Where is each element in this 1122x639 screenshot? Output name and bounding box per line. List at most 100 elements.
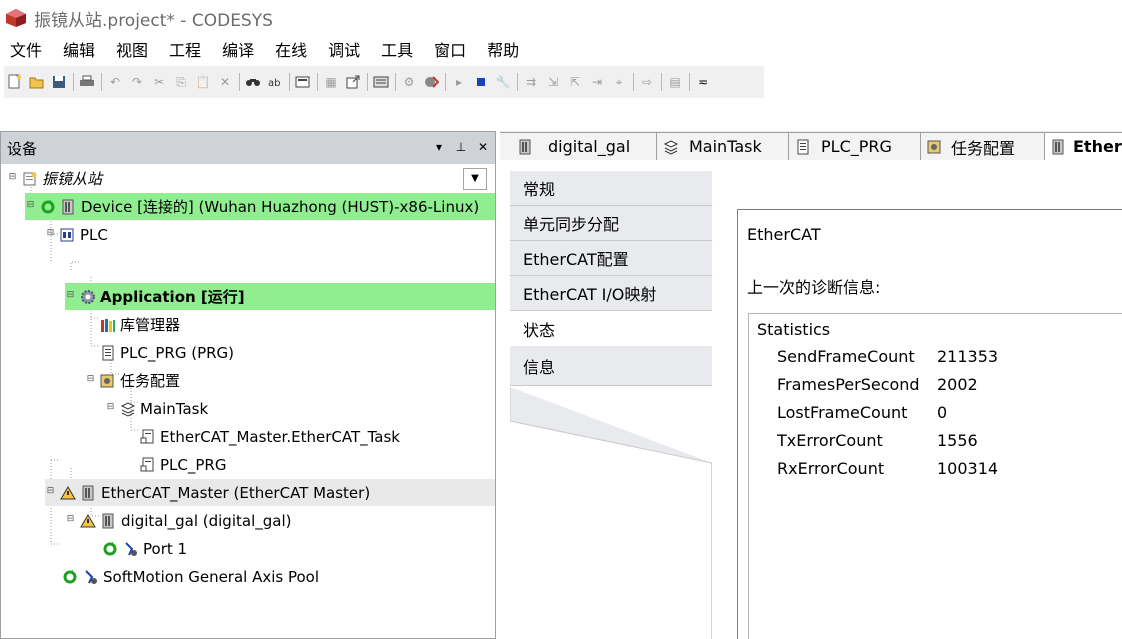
tree-row-device[interactable]: ⊟ Device [连接的] (Wuhan Huazhong (HUST)-x8…: [25, 193, 495, 220]
tree-row-port-1[interactable]: Port 1: [101, 535, 481, 562]
menu-view[interactable]: 视图: [113, 36, 151, 62]
step-over-icon[interactable]: ⇉: [522, 73, 540, 91]
collapse-toggle-icon[interactable]: ⊟: [25, 201, 36, 212]
copy-icon[interactable]: ⎘: [172, 73, 190, 91]
step-out-icon[interactable]: ⇱: [566, 73, 584, 91]
bookmark-icon[interactable]: [294, 73, 312, 91]
tab-ethercat-master[interactable]: EtherCAT_Master: [1045, 132, 1122, 160]
menu-debug[interactable]: 调试: [325, 36, 363, 62]
tree-dropdown-button[interactable]: ▼: [463, 168, 487, 190]
tree-row-plc-prg-call[interactable]: PLC_PRG: [139, 451, 479, 478]
side-tab-sync-unit[interactable]: 单元同步分配: [510, 206, 712, 241]
redo-icon[interactable]: ↷: [128, 73, 146, 91]
tree-row-axis-pool[interactable]: SoftMotion General Axis Pool: [61, 563, 481, 590]
side-tab-info[interactable]: 信息: [510, 346, 712, 386]
step-into-icon[interactable]: ⇲: [544, 73, 562, 91]
tree-row-ethercat-master[interactable]: ⊟ EtherCAT_Master (EtherCAT Master): [45, 479, 495, 506]
warning-icon: [79, 512, 96, 529]
delete-icon[interactable]: ✕: [216, 73, 234, 91]
port-icon: [122, 540, 139, 557]
new-file-icon[interactable]: [6, 73, 24, 91]
tree-row-plc-prg[interactable]: PLC_PRG (PRG): [99, 339, 479, 366]
stat-key: TxErrorCount: [777, 430, 883, 450]
menu-help[interactable]: 帮助: [484, 36, 522, 62]
add-object-icon[interactable]: ▦: [322, 73, 340, 91]
editor-area: digital_gal MainTask PLC_PRG 任务配置 EtherC…: [500, 131, 1122, 639]
side-tab-io-mapping[interactable]: EtherCAT I/O映射: [510, 276, 712, 311]
replace-icon[interactable]: ab: [266, 73, 284, 91]
tree-row-task-config[interactable]: ⊟ 任务配置: [85, 367, 475, 394]
tree-row-digital-gal[interactable]: ⊟ digital_gal (digital_gal): [65, 507, 475, 534]
collapse-toggle-icon[interactable]: ⊟: [7, 173, 18, 184]
stat-value: 2002: [937, 374, 978, 394]
ethercat-master-icon: [1052, 139, 1064, 155]
tree-label: Application [运行]: [100, 288, 245, 306]
tree-row-ethercat-task[interactable]: EtherCAT_Master.EtherCAT_Task: [139, 423, 479, 450]
tab-task-config[interactable]: 任务配置: [921, 132, 1045, 160]
pane-dropdown-icon[interactable]: ▾: [433, 140, 445, 154]
side-tab-general[interactable]: 常规: [510, 171, 712, 206]
run-to-cursor-icon[interactable]: ⇥: [588, 73, 606, 91]
tab-label: EtherCAT_Master: [1073, 136, 1122, 156]
tab-maintask[interactable]: MainTask: [657, 132, 789, 160]
codesys-logo-icon: [6, 9, 26, 27]
reset-icon[interactable]: 🔧: [494, 73, 512, 91]
pin-icon[interactable]: ⊥: [455, 140, 467, 154]
paste-icon[interactable]: 📋: [194, 73, 212, 91]
tab-plc-prg[interactable]: PLC_PRG: [789, 132, 921, 160]
stat-key: FramesPerSecond: [777, 374, 920, 394]
logout-icon[interactable]: [422, 73, 440, 91]
editor-tab-strip: digital_gal MainTask PLC_PRG 任务配置 EtherC…: [500, 131, 1122, 160]
menu-window[interactable]: 窗口: [431, 36, 469, 62]
task-config-icon: [927, 140, 941, 154]
online-status-icon: [61, 568, 78, 585]
pane-buttons: ▾ ⊥ ✕: [433, 140, 489, 154]
tree-label: Device [连接的] (Wuhan Huazhong (HUST)-x86-…: [81, 198, 480, 216]
tree-label: PLC_PRG: [160, 455, 227, 474]
close-icon[interactable]: ✕: [477, 140, 489, 154]
collapse-toggle-icon[interactable]: ⊟: [45, 229, 56, 240]
menu-project[interactable]: 工程: [166, 36, 204, 62]
tree-row-project[interactable]: ⊟ 振镜从站 ▼: [7, 165, 491, 192]
build-icon[interactable]: [372, 73, 390, 91]
find-icon[interactable]: [244, 73, 262, 91]
menu-tools[interactable]: 工具: [378, 36, 416, 62]
collapse-toggle-icon[interactable]: ⊟: [45, 487, 56, 498]
menu-file[interactable]: 文件: [7, 36, 45, 62]
side-tab-label: 状态: [523, 320, 556, 340]
side-tab-ethercat-config[interactable]: EtherCAT配置: [510, 241, 712, 276]
login-icon[interactable]: ⚙: [400, 73, 418, 91]
tree-row-application[interactable]: ⊟ Application [运行]: [65, 283, 495, 310]
side-tab-status[interactable]: 状态: [510, 311, 722, 346]
tree-row-plc[interactable]: ⊟ PLC: [45, 221, 485, 248]
print-icon[interactable]: [78, 73, 96, 91]
collapse-toggle-icon[interactable]: ⊟: [65, 291, 76, 302]
breakpoint-icon[interactable]: ⌖: [610, 73, 628, 91]
stat-row: LostFrameCount 0: [777, 398, 1017, 426]
tab-digital-gal[interactable]: digital_gal: [500, 132, 657, 160]
ethercat-master-icon: [80, 484, 97, 501]
collapse-toggle-icon[interactable]: ⊟: [85, 375, 96, 386]
collapse-toggle-icon[interactable]: ⊟: [65, 515, 76, 526]
diagnosis-label: 上一次的诊断信息:: [747, 278, 881, 297]
cut-icon[interactable]: ✂: [150, 73, 168, 91]
tree-row-maintask[interactable]: ⊟ MainTask: [105, 395, 475, 422]
tree-row-library-manager[interactable]: 库管理器: [99, 311, 479, 338]
collapse-toggle-icon[interactable]: ⊟: [105, 403, 116, 414]
tree-label: 任务配置: [120, 372, 181, 390]
menu-online[interactable]: 在线: [272, 36, 310, 62]
toolbar-options-icon[interactable]: ≂: [694, 73, 712, 91]
stop-icon[interactable]: [472, 73, 490, 91]
forward-icon[interactable]: ⇨: [638, 73, 656, 91]
menu-edit[interactable]: 编辑: [60, 36, 98, 62]
toolbar-separator: [633, 73, 634, 91]
statistics-title: Statistics: [757, 320, 831, 339]
start-icon[interactable]: ▸: [450, 73, 468, 91]
save-icon[interactable]: [50, 73, 68, 91]
undo-icon[interactable]: ↶: [106, 73, 124, 91]
menu-build[interactable]: 编译: [219, 36, 257, 62]
export-icon[interactable]: [344, 73, 362, 91]
tab-label: PLC_PRG: [821, 137, 892, 156]
monitor-icon[interactable]: ▤: [666, 73, 684, 91]
open-folder-icon[interactable]: [28, 73, 46, 91]
